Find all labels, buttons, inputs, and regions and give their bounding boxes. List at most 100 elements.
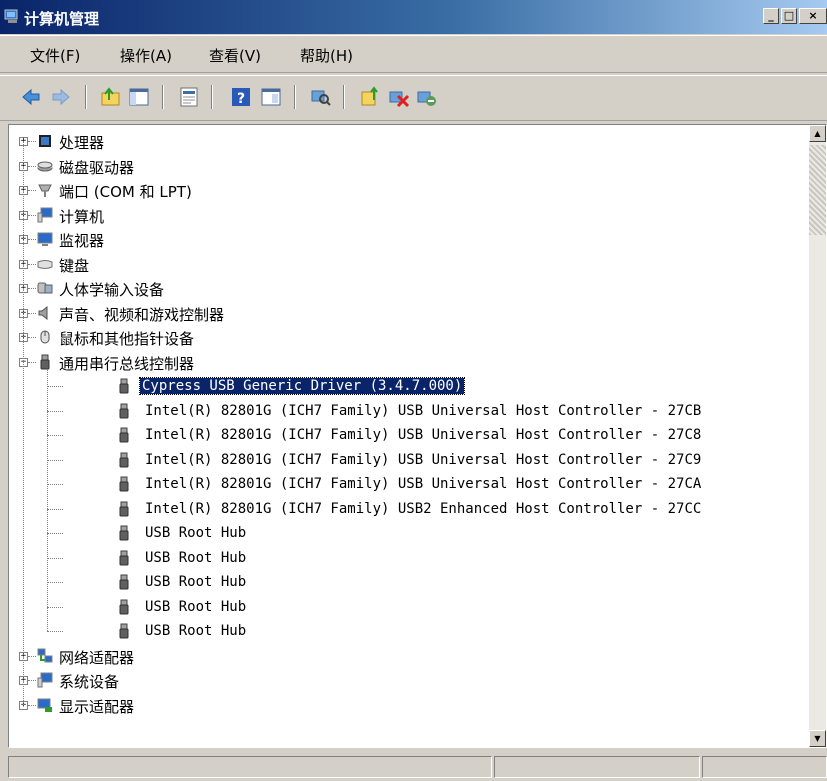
display-adapter-icon <box>37 698 52 712</box>
device-item[interactable]: Intel(R) 82801G (ICH7 Family) USB Univer… <box>9 472 799 496</box>
tree-connector <box>28 190 36 192</box>
tree-category[interactable]: + 计算机 <box>9 203 799 227</box>
tree-category[interactable]: + 端口 (COM 和 LPT) <box>9 178 799 202</box>
tree-connector <box>47 386 63 388</box>
maximize-button[interactable]: □ <box>781 8 797 24</box>
status-bar <box>0 752 827 781</box>
tree-connector <box>47 410 63 413</box>
tree-connector <box>47 631 63 633</box>
tree-connector <box>23 141 25 705</box>
up-folder-icon[interactable] <box>100 86 122 108</box>
scan-hardware-icon[interactable] <box>310 86 332 108</box>
category-label: 显示适配器 <box>59 697 135 716</box>
tree-category[interactable]: + 显示适配器 <box>9 693 799 717</box>
tree-category[interactable]: + 监视器 <box>9 227 799 251</box>
tree-category[interactable]: + 磁盘驱动器 <box>9 154 799 178</box>
show-hide-tree-icon[interactable] <box>128 86 150 108</box>
category-label: 键盘 <box>59 256 90 275</box>
device-item[interactable]: Intel(R) 82801G (ICH7 Family) USB Univer… <box>9 399 799 423</box>
scroll-down-button[interactable]: ▼ <box>809 730 826 747</box>
tree-category[interactable]: + 网络适配器 <box>9 644 799 668</box>
tree-connector <box>28 337 36 339</box>
usb-icon <box>119 427 129 443</box>
device-label: Intel(R) 82801G (ICH7 Family) USB Univer… <box>145 402 702 419</box>
tree-connector <box>47 459 63 462</box>
device-tree[interactable]: + 处理器 + 磁盘驱动器 + 端口 (COM 和 LPT) + 计算机 + 监视器 + 键盘 + 人体学… <box>8 124 827 748</box>
toolbar-separator <box>294 85 296 109</box>
title-bar: 计算机管理 _ □ × <box>0 0 827 34</box>
scroll-up-button[interactable]: ▲ <box>809 125 826 142</box>
device-item[interactable]: USB Root Hub <box>9 521 799 545</box>
usb-icon <box>119 623 129 639</box>
close-button[interactable]: × <box>799 8 827 24</box>
tree-connector <box>47 508 63 511</box>
hid-icon <box>37 282 53 294</box>
tree-connector <box>28 288 36 290</box>
device-item[interactable]: USB Root Hub <box>9 546 799 570</box>
category-label: 声音、视频和游戏控制器 <box>59 305 225 324</box>
tree-connector <box>47 606 63 609</box>
device-label: Cypress USB Generic Driver (3.4.7.000) <box>138 377 466 395</box>
toolbar-separator <box>162 85 164 109</box>
device-item[interactable]: USB Root Hub <box>9 595 799 619</box>
tree-connector <box>47 369 49 631</box>
category-label: 端口 (COM 和 LPT) <box>59 183 192 201</box>
device-label: USB Root Hub <box>145 574 247 590</box>
status-pane-secondary <box>494 756 700 778</box>
update-driver-icon[interactable] <box>360 86 382 108</box>
category-label: 系统设备 <box>59 673 120 691</box>
toolbar-separator <box>343 85 345 109</box>
minimize-button[interactable]: _ <box>763 8 779 24</box>
usb-icon <box>119 476 129 492</box>
category-label: 人体学输入设备 <box>59 281 165 299</box>
tree-connector <box>28 214 36 217</box>
device-item[interactable]: USB Root Hub <box>9 619 799 643</box>
device-label: Intel(R) 82801G (ICH7 Family) USB Univer… <box>145 427 702 443</box>
tree-category[interactable]: + 声音、视频和游戏控制器 <box>9 301 799 325</box>
menu-action[interactable]: 操作(A) <box>120 45 172 66</box>
device-label: USB Root Hub <box>145 549 247 566</box>
mouse-icon <box>40 330 50 344</box>
usb-icon <box>119 378 129 394</box>
usb-icon <box>119 574 129 590</box>
cpu-icon <box>39 135 51 147</box>
forward-icon[interactable] <box>50 86 72 108</box>
monitor-icon <box>37 232 53 246</box>
tree-category[interactable]: + 鼠标和其他指针设备 <box>9 325 799 349</box>
category-label: 鼠标和其他指针设备 <box>59 330 195 348</box>
device-item-selected[interactable]: Cypress USB Generic Driver (3.4.7.000) <box>9 374 799 398</box>
menu-help[interactable]: 帮助(H) <box>300 45 353 66</box>
device-item[interactable]: USB Root Hub <box>9 570 799 594</box>
category-label: 磁盘驱动器 <box>59 158 135 177</box>
tree-connector <box>28 704 36 707</box>
tree-connector <box>28 312 36 315</box>
disable-icon[interactable] <box>416 86 438 108</box>
device-item[interactable]: Intel(R) 82801G (ICH7 Family) USB Univer… <box>9 448 799 472</box>
device-label: Intel(R) 82801G (ICH7 Family) USB Univer… <box>145 451 702 468</box>
tree-category[interactable]: + 人体学输入设备 <box>9 276 799 300</box>
properties-icon[interactable] <box>260 86 282 108</box>
uninstall-icon[interactable] <box>388 86 410 108</box>
menu-view[interactable]: 查看(V) <box>209 45 261 66</box>
back-icon[interactable] <box>20 86 42 108</box>
tree-category[interactable]: − 通用串行总线控制器 <box>9 350 799 374</box>
window-title: 计算机管理 <box>24 10 100 28</box>
menu-bar: 文件(F) 操作(A) 查看(V) 帮助(H) <box>0 35 827 73</box>
device-label: USB Root Hub <box>145 525 247 541</box>
tree-category[interactable]: + 键盘 <box>9 252 799 276</box>
tree-category[interactable]: + 系统设备 <box>9 668 799 692</box>
tree-category[interactable]: + 处理器 <box>9 129 799 153</box>
tree-connector <box>47 557 63 560</box>
disk-drive-icon <box>37 161 53 171</box>
device-item[interactable]: Intel(R) 82801G (ICH7 Family) USB Univer… <box>9 423 799 447</box>
tree-connector <box>47 533 63 535</box>
export-icon[interactable] <box>178 86 200 108</box>
menu-file[interactable]: 文件(F) <box>30 45 80 66</box>
tree-connector <box>28 165 36 168</box>
scroll-thumb[interactable] <box>809 145 826 235</box>
tree-connector <box>28 361 36 364</box>
tree-connector <box>28 263 36 266</box>
vertical-scrollbar[interactable]: ▲ ▼ <box>809 125 826 747</box>
help-icon[interactable]: ? <box>230 86 252 108</box>
device-item[interactable]: Intel(R) 82801G (ICH7 Family) USB2 Enhan… <box>9 497 799 521</box>
